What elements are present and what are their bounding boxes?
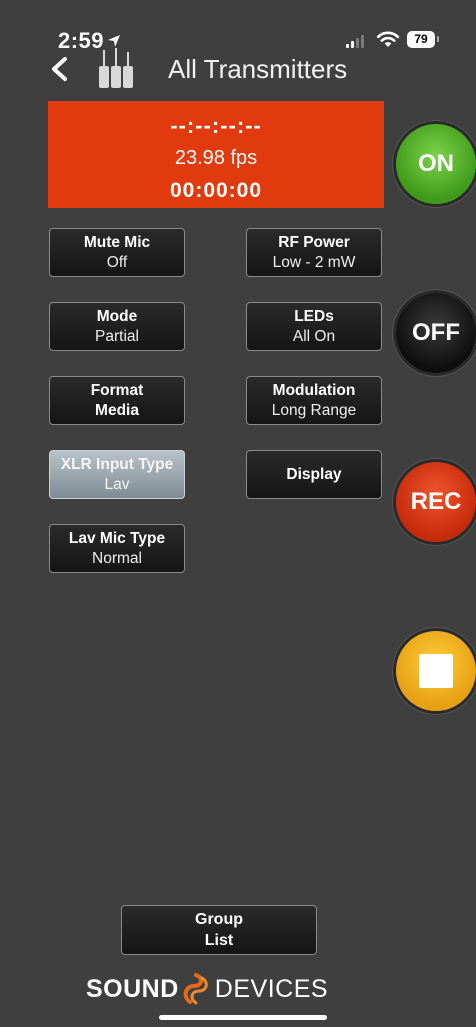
mode-label: Mode: [96, 307, 138, 325]
on-button[interactable]: ON: [396, 124, 476, 204]
format-media-line1: Format: [90, 381, 144, 399]
back-chevron-icon[interactable]: [48, 56, 70, 82]
xlr-input-type-button[interactable]: XLR Input Type Lav: [49, 450, 185, 499]
modulation-button[interactable]: Modulation Long Range: [246, 376, 382, 425]
cellular-signal-icon: [346, 34, 368, 48]
rf-power-label: RF Power: [278, 233, 350, 251]
timecode-panel: --:--:--:-- 23.98 fps 00:00:00: [48, 101, 384, 208]
off-button[interactable]: OFF: [396, 293, 476, 373]
wifi-icon: [376, 30, 400, 48]
lav-mic-type-label: Lav Mic Type: [68, 529, 166, 547]
group-list-line1: Group: [195, 911, 243, 928]
mute-mic-label: Mute Mic: [83, 233, 151, 251]
lav-mic-type-value: Normal: [92, 549, 142, 567]
mute-mic-value: Off: [106, 253, 128, 271]
battery-icon: 79: [407, 31, 439, 48]
leds-value: All On: [292, 327, 336, 345]
leds-label: LEDs: [294, 307, 334, 325]
mute-mic-button[interactable]: Mute Mic Off: [49, 228, 185, 277]
page-title: All Transmitters: [168, 54, 348, 84]
logo-swirl-icon: [183, 973, 208, 1005]
modulation-value: Long Range: [271, 401, 357, 419]
transmitters-icon: [96, 46, 136, 90]
display-button[interactable]: Display: [246, 450, 382, 499]
timecode-dashes: --:--:--:--: [170, 113, 262, 138]
group-list-line2: List: [204, 932, 234, 949]
on-label: ON: [418, 150, 454, 177]
xlr-input-type-label: XLR Input Type: [60, 455, 174, 473]
modulation-label: Modulation: [272, 381, 356, 399]
rf-power-button[interactable]: RF Power Low - 2 mW: [246, 228, 382, 277]
group-list-button[interactable]: Group List: [121, 905, 317, 955]
home-indicator[interactable]: [159, 1015, 327, 1020]
xlr-input-type-value: Lav: [104, 475, 130, 493]
format-media-line2: Media: [95, 401, 139, 419]
leds-button[interactable]: LEDs All On: [246, 302, 382, 351]
stop-button[interactable]: [396, 631, 476, 711]
logo-sound-text: SOUND: [86, 974, 179, 1003]
mode-button[interactable]: Mode Partial: [49, 302, 185, 351]
battery-level: 79: [414, 32, 428, 46]
format-media-button[interactable]: Format Media: [49, 376, 185, 425]
lav-mic-type-button[interactable]: Lav Mic Type Normal: [49, 524, 185, 573]
sound-devices-logo: SOUND DEVICES: [86, 972, 356, 1006]
timecode-fps: 23.98 fps: [174, 147, 258, 169]
off-label: OFF: [412, 319, 460, 346]
stop-icon: [419, 654, 453, 688]
mode-value: Partial: [95, 327, 139, 345]
rf-power-value: Low - 2 mW: [272, 253, 356, 271]
display-label: Display: [286, 465, 342, 483]
record-button[interactable]: REC: [396, 462, 476, 542]
rec-label: REC: [410, 488, 462, 515]
logo-devices-text: DEVICES: [214, 974, 329, 1003]
timecode-time: 00:00:00: [169, 179, 263, 202]
